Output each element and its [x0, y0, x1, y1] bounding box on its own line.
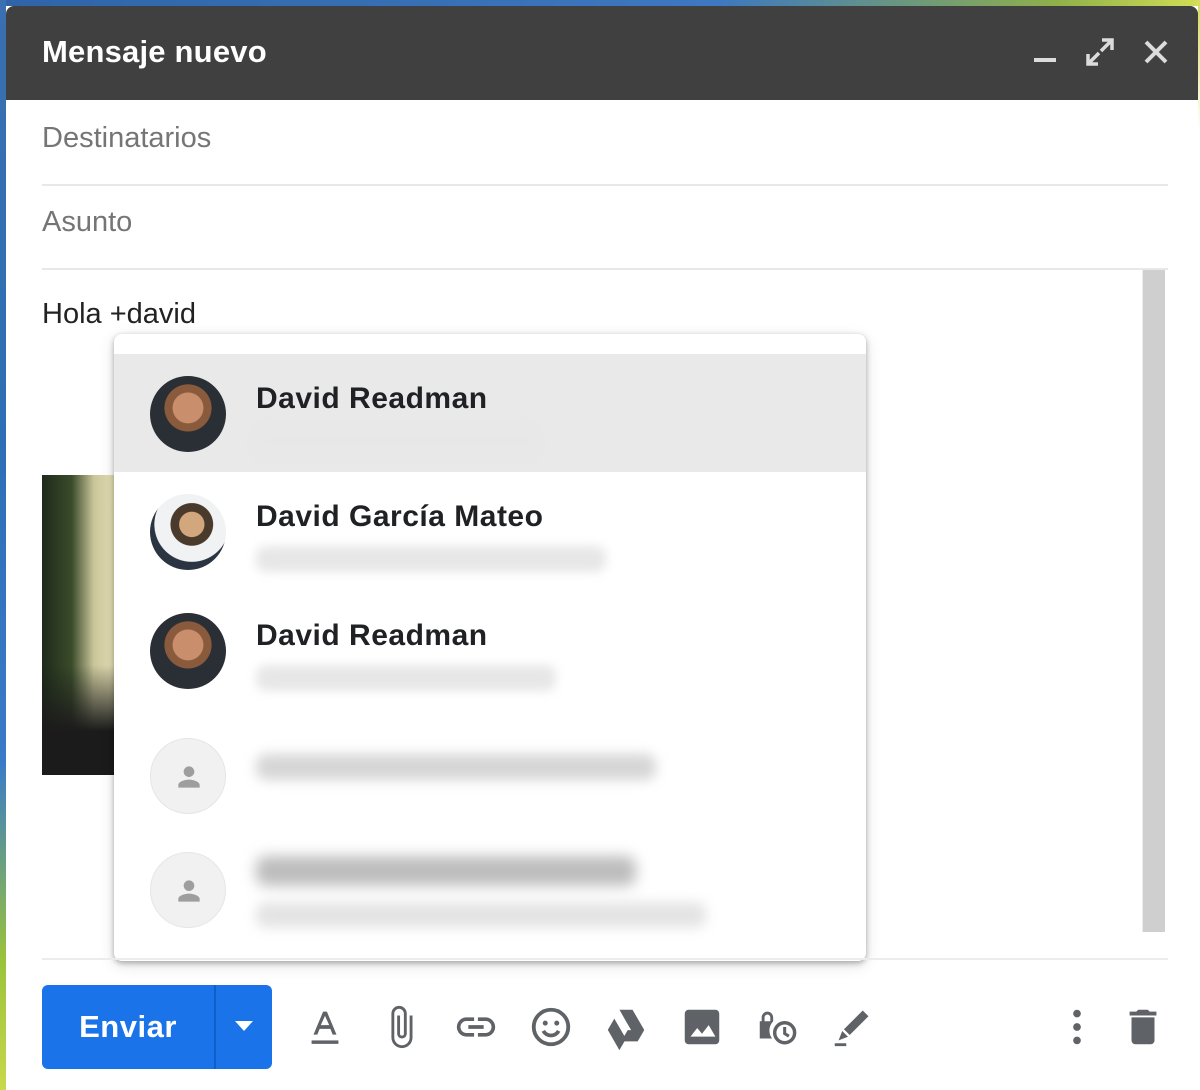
- attach-icon[interactable]: [378, 1004, 424, 1050]
- contact-suggestion[interactable]: [114, 830, 866, 948]
- contact-email-redacted: [256, 665, 556, 691]
- subject-field[interactable]: Asunto: [42, 184, 1168, 270]
- contact-name: David Readman: [256, 619, 488, 652]
- recipients-placeholder: Destinatarios: [42, 122, 212, 154]
- compose-header: Mensaje nuevo: [6, 6, 1198, 100]
- caret-down-icon: [235, 1021, 253, 1031]
- contact-name: David Readman: [256, 382, 488, 415]
- signature-icon[interactable]: [829, 1004, 875, 1050]
- avatar: [150, 494, 226, 570]
- inline-image: [42, 475, 116, 775]
- avatar: [150, 738, 226, 814]
- more-options-icon[interactable]: [1054, 1004, 1100, 1050]
- contact-suggestion[interactable]: [114, 716, 866, 834]
- discard-icon[interactable]: [1120, 1004, 1166, 1050]
- contact-email-redacted: [256, 902, 706, 928]
- photo-icon[interactable]: [679, 1004, 725, 1050]
- schedule-send-dropdown[interactable]: [216, 985, 272, 1069]
- drive-icon[interactable]: [603, 1004, 649, 1050]
- link-icon[interactable]: [453, 1004, 499, 1050]
- send-button-group: Enviar: [42, 985, 272, 1069]
- message-body-text[interactable]: Hola +david: [42, 298, 196, 331]
- contact-email-redacted: [256, 754, 656, 780]
- expand-icon[interactable]: [1082, 34, 1118, 70]
- contact-suggestion[interactable]: David Readman: [114, 354, 866, 472]
- avatar: [150, 852, 226, 928]
- close-icon[interactable]: [1138, 34, 1174, 70]
- recipients-field[interactable]: Destinatarios: [42, 100, 1168, 186]
- confidential-mode-icon[interactable]: [754, 1004, 800, 1050]
- compose-title: Mensaje nuevo: [42, 34, 267, 69]
- body-scrollbar[interactable]: [1142, 270, 1165, 932]
- contact-name: David García Mateo: [256, 500, 544, 533]
- emoji-icon[interactable]: [528, 1004, 574, 1050]
- avatar: [150, 613, 226, 689]
- send-button[interactable]: Enviar: [42, 985, 214, 1069]
- formatting-icon[interactable]: [302, 1004, 348, 1050]
- contact-suggestion[interactable]: David García Mateo: [114, 472, 866, 590]
- contact-email-redacted: [256, 546, 606, 572]
- toolbar-divider: [42, 958, 1168, 960]
- person-icon: [178, 766, 200, 788]
- minimize-icon[interactable]: [1026, 34, 1062, 70]
- contact-name-redacted: [256, 856, 636, 886]
- contact-suggestion[interactable]: David Readman: [114, 591, 866, 709]
- person-icon: [178, 880, 200, 902]
- subject-placeholder: Asunto: [42, 206, 133, 238]
- avatar: [150, 376, 226, 452]
- contact-suggestions-dropdown: David Readman David García Mateo David R…: [114, 334, 866, 961]
- compose-window: Mensaje nuevo Destinatarios Asunto Hola …: [6, 6, 1198, 1090]
- contact-email-redacted: [256, 428, 536, 454]
